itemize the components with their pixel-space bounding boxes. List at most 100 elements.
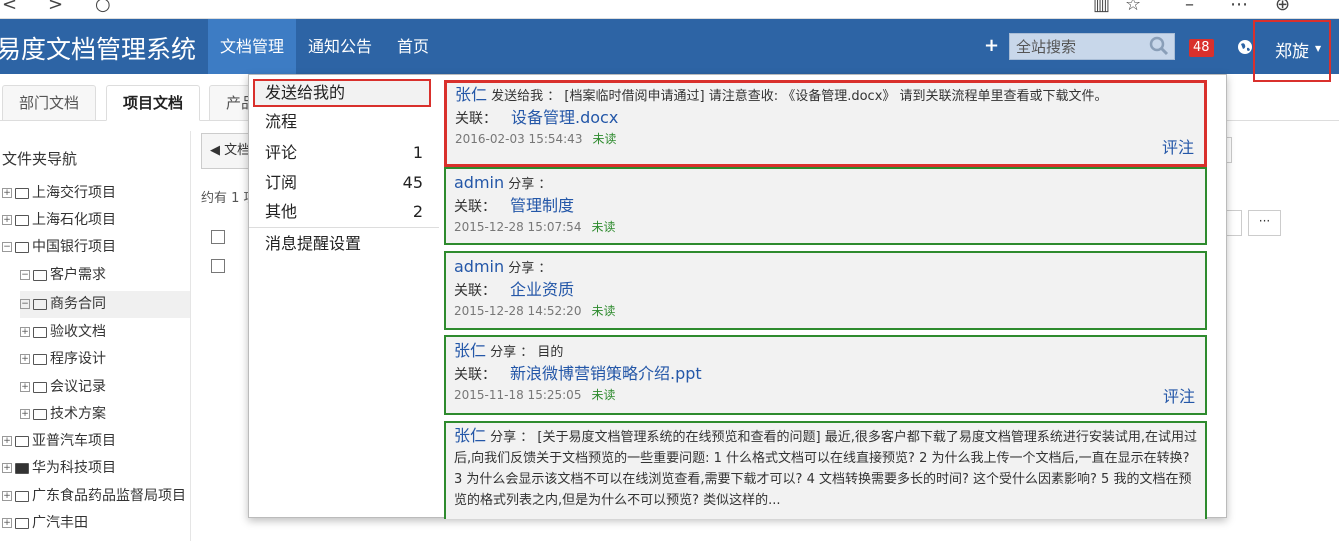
expand-icon[interactable]: + bbox=[20, 354, 30, 364]
related-doc-link[interactable]: 新浪微博营销策略介绍.ppt bbox=[510, 364, 702, 383]
minus-icon[interactable]: – bbox=[1185, 0, 1194, 15]
folder-icon bbox=[33, 298, 47, 310]
expand-icon[interactable]: + bbox=[2, 436, 12, 446]
message-card[interactable]: 张仁 分享 ： 目的 关联： 新浪微博营销策略介绍.ppt 2015-11-18 … bbox=[444, 335, 1207, 415]
tree-item[interactable]: − 客户需求 bbox=[20, 262, 106, 289]
tree-item[interactable]: + 广东食品药品监督局项目 bbox=[2, 483, 191, 510]
search-button-edge[interactable] bbox=[1226, 210, 1242, 236]
expand-icon[interactable]: + bbox=[2, 518, 12, 528]
folder-icon bbox=[15, 435, 29, 447]
unread-status: 未读 bbox=[591, 220, 616, 234]
tree-item[interactable]: + 广汽丰田 bbox=[2, 510, 88, 537]
menu-subscriptions[interactable]: 订阅 45 bbox=[253, 169, 431, 197]
star-icon[interactable]: ☆ bbox=[1125, 0, 1141, 15]
menu-sent-to-me[interactable]: 发送给我的 bbox=[253, 79, 431, 107]
folder-sidebar: 文件夹导航 + 上海交行项目 + 上海石化项目 − 中国银行项目 − 客户需求 − 商务合… bbox=[0, 131, 191, 541]
refresh-icon[interactable]: ○ bbox=[95, 0, 111, 15]
unread-status: 未读 bbox=[591, 388, 616, 402]
folder-icon bbox=[33, 381, 47, 393]
more-button[interactable]: ··· bbox=[1248, 210, 1281, 236]
tree-item[interactable]: + 验收文档 bbox=[20, 319, 106, 346]
notification-badge[interactable]: 48 bbox=[1189, 39, 1214, 57]
expand-icon[interactable]: + bbox=[20, 327, 30, 337]
nav-notices[interactable]: 通知公告 bbox=[296, 19, 384, 74]
collapse-icon[interactable]: − bbox=[20, 270, 30, 280]
select-all-checkbox[interactable] bbox=[211, 230, 225, 244]
message-card[interactable]: 张仁 分享 ： [关于易度文档管理系统的在线预览和查看的问题] 最近,很多客户都… bbox=[444, 421, 1207, 519]
expand-icon[interactable]: + bbox=[20, 409, 30, 419]
collapse-icon[interactable]: − bbox=[2, 242, 12, 252]
message-sender[interactable]: 张仁 bbox=[454, 426, 486, 445]
folder-icon bbox=[33, 353, 47, 365]
tab-project-docs[interactable]: 项目文档 bbox=[106, 85, 201, 121]
menu-workflow[interactable]: 流程 bbox=[253, 108, 431, 136]
notification-dropdown: 发送给我的 流程 评论 1 订阅 45 其他 2 消息提醒设置 张仁 发送给我 ： [… bbox=[248, 74, 1228, 519]
caret-down-icon: ▼ bbox=[1315, 44, 1322, 53]
message-time: 2015-12-28 14:52:20 bbox=[454, 304, 582, 318]
folder-icon bbox=[15, 490, 29, 502]
unread-status: 未读 bbox=[591, 304, 616, 318]
expand-icon[interactable]: + bbox=[20, 382, 30, 392]
menu-other[interactable]: 其他 2 bbox=[253, 198, 431, 226]
profile-icon[interactable]: ⊕ bbox=[1275, 0, 1290, 15]
folder-icon bbox=[15, 241, 29, 253]
related-doc-link[interactable]: 管理制度 bbox=[510, 196, 574, 215]
message-sender[interactable]: 张仁 bbox=[455, 85, 487, 104]
tree-item[interactable]: + 华为科技项目 bbox=[2, 455, 116, 482]
notification-menu: 发送给我的 流程 评论 1 订阅 45 其他 2 消息提醒设置 bbox=[249, 75, 439, 519]
message-list: 张仁 发送给我 ： [档案临时借阅申请通过] 请注意查收: 《设备管理.docx… bbox=[439, 75, 1228, 519]
tab-department-docs[interactable]: 部门文档 bbox=[2, 85, 97, 121]
expand-icon[interactable]: + bbox=[2, 463, 12, 473]
nav-doc-management[interactable]: 文档管理 bbox=[208, 19, 297, 74]
folder-icon bbox=[15, 517, 29, 529]
folder-icon bbox=[15, 214, 29, 226]
tree-item[interactable]: + 上海石化项目 bbox=[2, 207, 116, 234]
tree-item[interactable]: − 商务合同 bbox=[20, 291, 190, 318]
message-sender[interactable]: admin bbox=[454, 257, 504, 276]
collapse-icon[interactable]: − bbox=[20, 299, 30, 309]
back-arrow-icon[interactable]: < bbox=[2, 0, 17, 15]
globe-icon[interactable] bbox=[1237, 39, 1253, 55]
message-card[interactable]: admin 分享 ： 关联： 管理制度 2015-12-28 15:07:54 未读 bbox=[444, 167, 1207, 245]
expand-icon[interactable]: + bbox=[2, 491, 12, 501]
message-time: 2016-02-03 15:54:43 bbox=[455, 132, 583, 146]
chevron-left-icon: ◀ bbox=[210, 143, 225, 158]
browser-toolbar: < > ○ ▥ ☆ – ⋯ ⊕ bbox=[0, 0, 1339, 19]
collections-icon[interactable]: ⋯ bbox=[1230, 0, 1248, 15]
tree-item[interactable]: + 亚普汽车项目 bbox=[2, 428, 116, 455]
tree-item[interactable]: + 会议记录 bbox=[20, 374, 106, 401]
expand-icon[interactable]: + bbox=[2, 215, 12, 225]
forward-arrow-icon[interactable]: > bbox=[48, 0, 63, 15]
message-card[interactable]: 张仁 发送给我 ： [档案临时借阅申请通过] 请注意查收: 《设备管理.docx… bbox=[444, 80, 1207, 167]
menu-comments[interactable]: 评论 1 bbox=[253, 139, 431, 167]
message-time: 2015-12-28 15:07:54 bbox=[454, 220, 582, 234]
menu-notification-settings[interactable]: 消息提醒设置 bbox=[253, 230, 431, 258]
global-search bbox=[1009, 33, 1175, 60]
menu-divider bbox=[249, 227, 439, 228]
expand-icon[interactable]: + bbox=[2, 188, 12, 198]
folder-icon bbox=[33, 408, 47, 420]
comment-link[interactable]: 评注 bbox=[1163, 383, 1195, 407]
search-input[interactable] bbox=[1010, 34, 1145, 59]
folder-icon bbox=[15, 187, 29, 199]
tree-item[interactable]: − 中国银行项目 bbox=[2, 234, 116, 261]
message-sender[interactable]: 张仁 bbox=[454, 341, 486, 360]
tree-item[interactable]: + 上海交行项目 bbox=[2, 180, 116, 207]
search-icon[interactable] bbox=[1149, 36, 1169, 56]
message-card[interactable]: admin 分享 ： 关联： 企业资质 2015-12-28 14:52:20 未读 bbox=[444, 251, 1207, 330]
related-doc-link[interactable]: 设备管理.docx bbox=[511, 108, 618, 127]
message-sender[interactable]: admin bbox=[454, 173, 504, 192]
brand-title[interactable]: 易度文档管理系统 bbox=[0, 30, 196, 66]
row-checkbox[interactable] bbox=[211, 259, 225, 273]
tree-item[interactable]: + 程序设计 bbox=[20, 346, 106, 373]
nav-home[interactable]: 首页 bbox=[385, 19, 441, 74]
reader-icon[interactable]: ▥ bbox=[1093, 0, 1110, 15]
folder-icon bbox=[33, 326, 47, 338]
folder-icon bbox=[33, 269, 47, 281]
add-icon[interactable]: + bbox=[984, 35, 999, 56]
related-doc-link[interactable]: 企业资质 bbox=[510, 280, 574, 299]
tree-item[interactable]: + 技术方案 bbox=[20, 401, 106, 428]
user-menu[interactable]: 郑旋 ▼ bbox=[1253, 20, 1331, 82]
sidebar-title: 文件夹导航 bbox=[2, 150, 78, 168]
comment-link[interactable]: 评注 bbox=[1162, 134, 1194, 158]
